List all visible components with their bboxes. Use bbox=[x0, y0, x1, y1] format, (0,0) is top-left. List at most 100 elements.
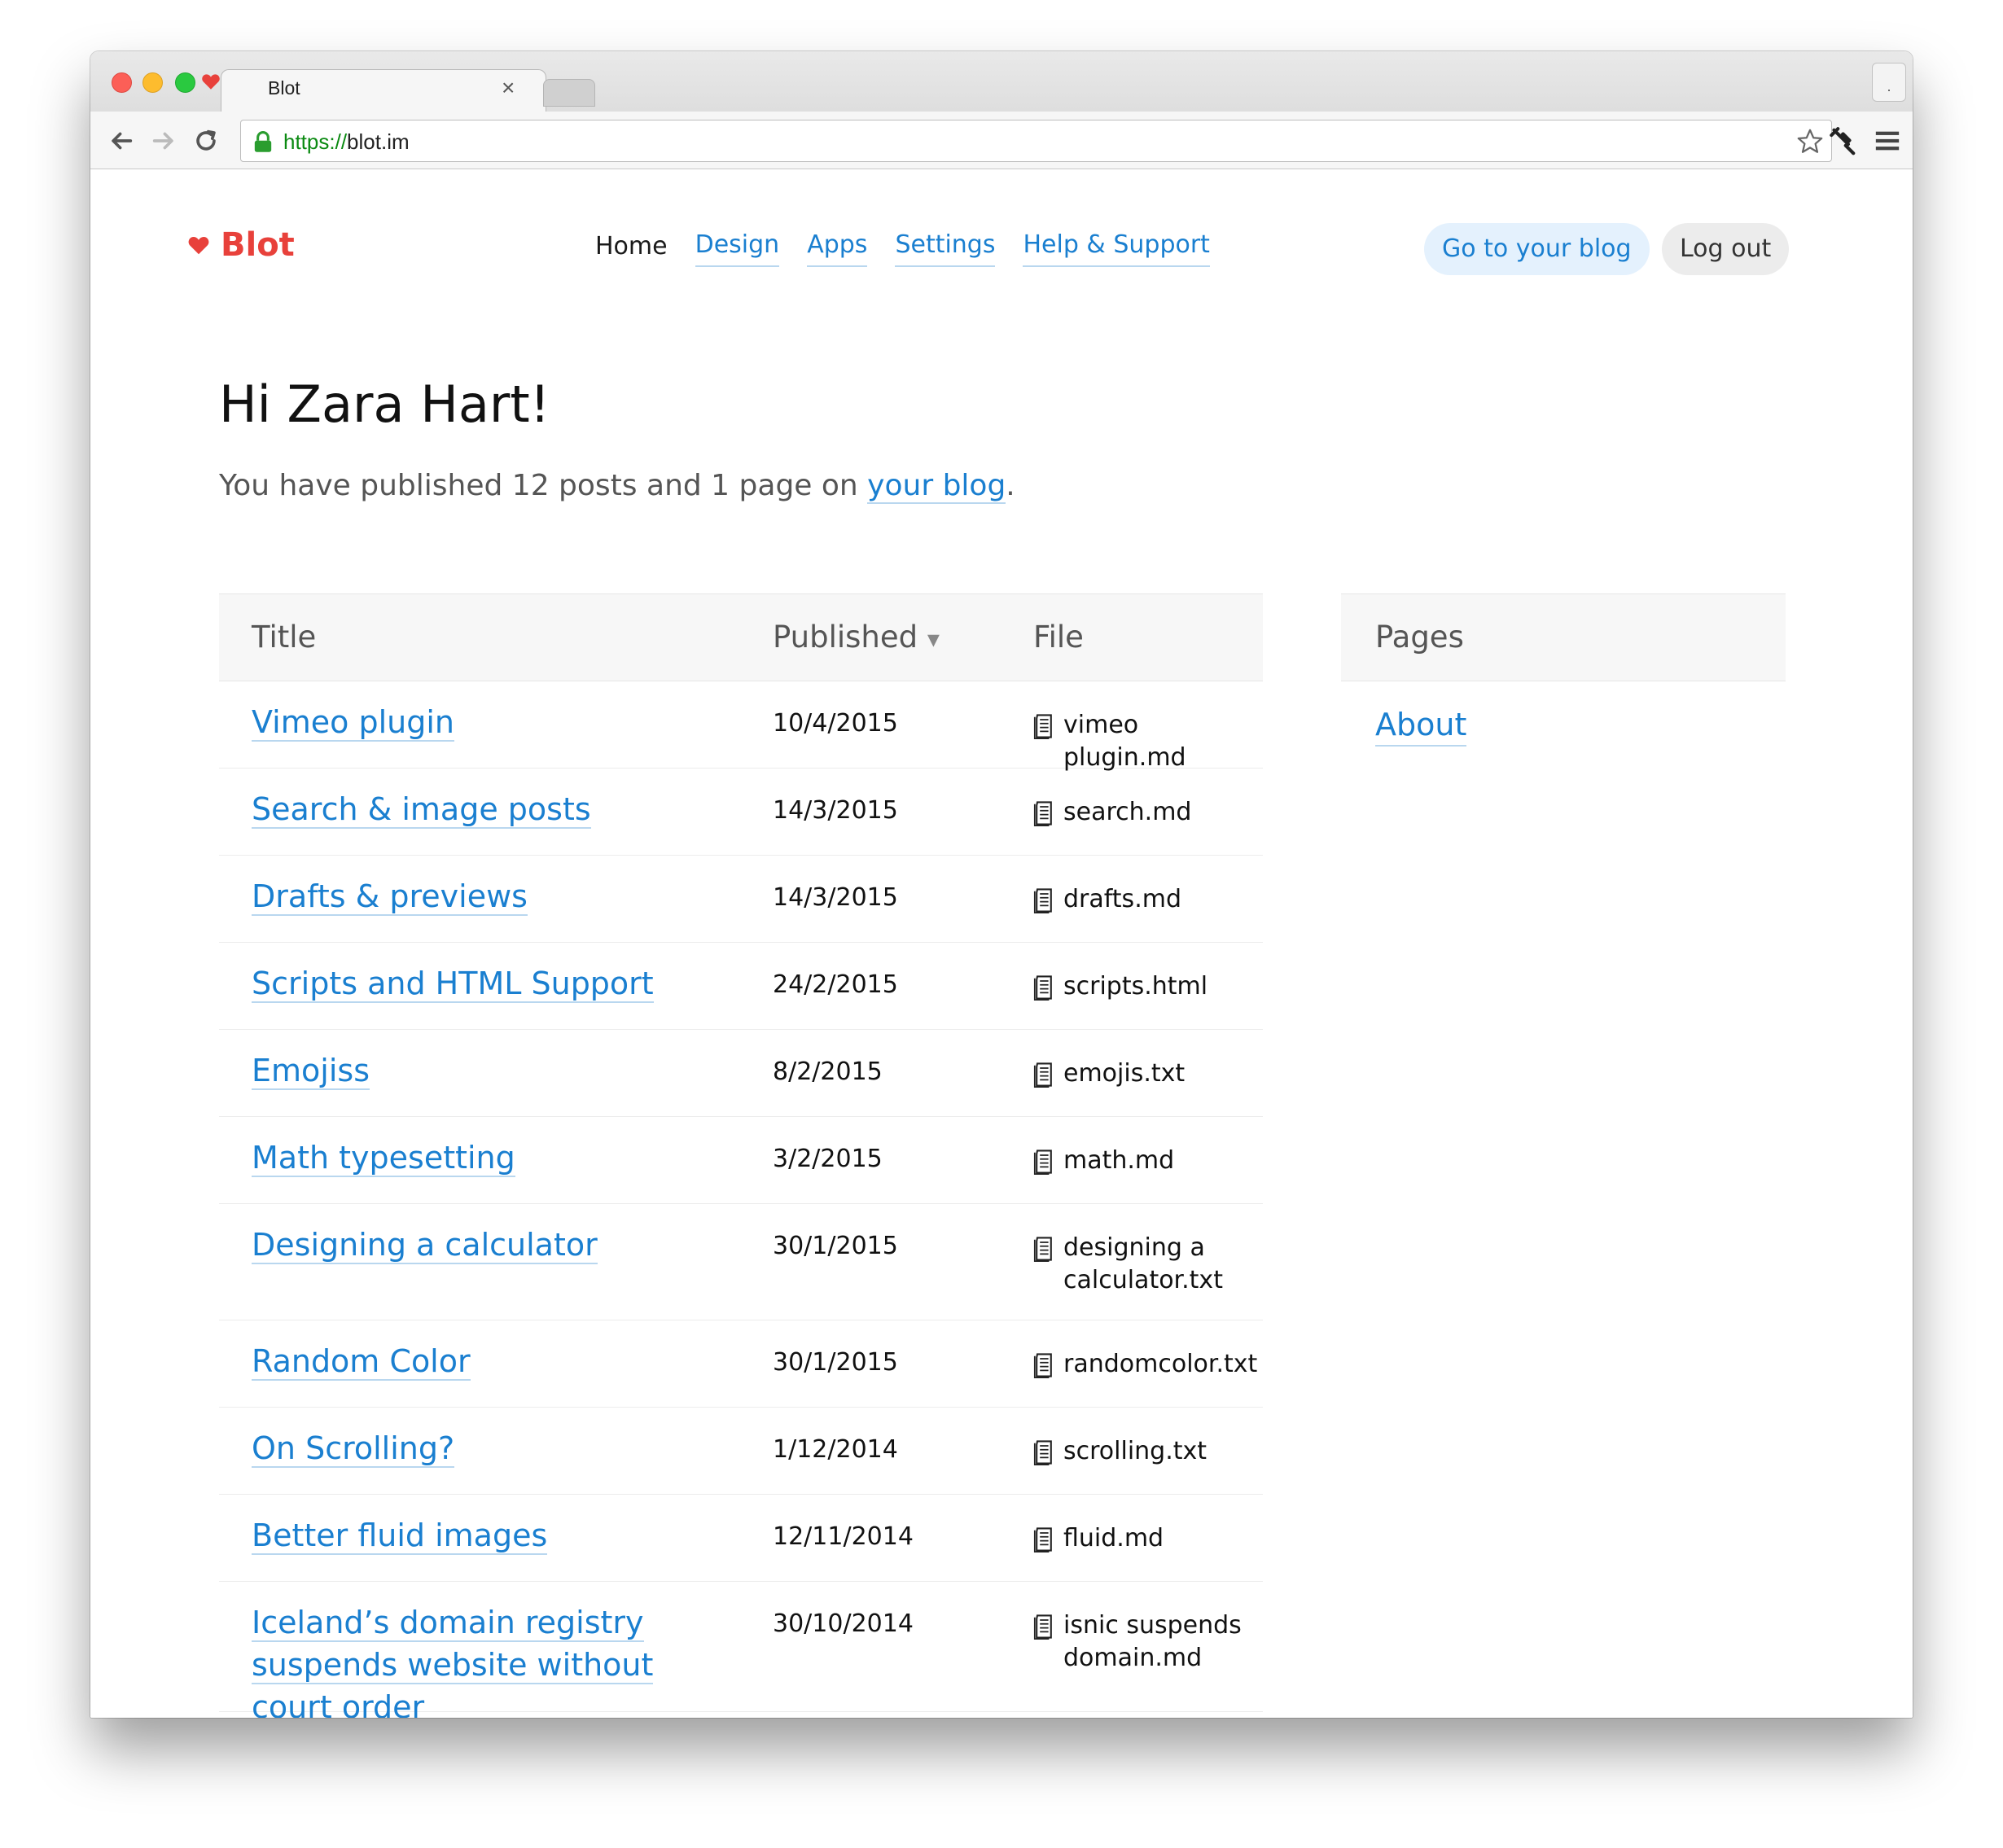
nav-design[interactable]: Design bbox=[695, 226, 780, 267]
document-icon bbox=[1033, 975, 1052, 1001]
go-to-blog-button[interactable]: Go to your blog bbox=[1424, 223, 1650, 275]
nav-help-support[interactable]: Help & Support bbox=[1023, 226, 1210, 267]
document-icon bbox=[1033, 714, 1052, 739]
pages-header: Pages bbox=[1375, 620, 1464, 655]
post-file[interactable]: search.md bbox=[1033, 796, 1253, 829]
publish-summary: You have published 12 posts and 1 page o… bbox=[219, 469, 1015, 504]
post-title-link[interactable]: Drafts & previews bbox=[252, 875, 675, 917]
post-published-date: 10/4/2015 bbox=[773, 709, 898, 738]
post-title-link[interactable]: Search & image posts bbox=[252, 788, 675, 830]
post-file-name: randomcolor.txt bbox=[1063, 1350, 1258, 1378]
column-file[interactable]: File bbox=[1033, 594, 1084, 681]
column-title[interactable]: Title bbox=[252, 594, 316, 681]
post-file-name: drafts.md bbox=[1063, 885, 1181, 913]
document-icon bbox=[1033, 1062, 1052, 1088]
new-tab-button[interactable] bbox=[543, 79, 595, 107]
post-title-link[interactable]: Vimeo plugin bbox=[252, 701, 675, 743]
post-title-link[interactable]: Designing a calculator bbox=[252, 1224, 675, 1266]
document-icon bbox=[1033, 1237, 1052, 1262]
post-file[interactable]: math.md bbox=[1033, 1145, 1253, 1177]
post-title-link[interactable]: Math typesetting bbox=[252, 1136, 675, 1179]
post-published-date: 30/1/2015 bbox=[773, 1232, 898, 1260]
address-bar[interactable]: https://blot.im bbox=[240, 120, 1832, 162]
page-link-about[interactable]: About bbox=[1375, 704, 1467, 747]
url-text: https://blot.im bbox=[283, 129, 410, 154]
zoom-window-button[interactable] bbox=[175, 72, 195, 93]
post-published-date: 30/10/2014 bbox=[773, 1609, 914, 1638]
bookmark-star-icon[interactable] bbox=[1795, 127, 1825, 156]
post-file-name: vimeo plugin.md bbox=[1063, 711, 1186, 772]
document-icon bbox=[1033, 1150, 1052, 1175]
posts-table-body: Vimeo plugin 10/4/2015 vimeo plugin.md Sear… bbox=[219, 681, 1263, 1718]
main-nav: Home Design Apps Settings Help & Support bbox=[595, 226, 1238, 267]
post-file[interactable]: designing a calculator.txt bbox=[1033, 1232, 1253, 1297]
minimize-window-button[interactable] bbox=[142, 72, 163, 93]
post-published-date: 1/12/2014 bbox=[773, 1435, 898, 1464]
post-title-link[interactable]: Random Color bbox=[252, 1340, 675, 1382]
table-row: Random Color 30/1/2015 randomcolor.txt bbox=[219, 1320, 1263, 1408]
document-icon bbox=[1033, 1614, 1052, 1640]
post-title-link[interactable]: Scripts and HTML Support bbox=[252, 962, 675, 1005]
post-file-name: scrolling.txt bbox=[1063, 1437, 1207, 1465]
document-icon bbox=[1033, 1440, 1052, 1465]
lock-icon bbox=[254, 131, 272, 152]
post-title-link[interactable]: Better fluid images bbox=[252, 1514, 675, 1557]
log-out-button[interactable]: Log out bbox=[1662, 223, 1790, 275]
document-icon bbox=[1033, 1353, 1052, 1378]
pages-table: Pages About bbox=[1341, 593, 1786, 747]
post-published-date: 3/2/2015 bbox=[773, 1145, 883, 1173]
column-published[interactable]: Published ▾ bbox=[773, 594, 940, 683]
browser-menu-icon[interactable] bbox=[1874, 127, 1901, 155]
table-row: Search & image posts 14/3/2015 search.md bbox=[219, 769, 1263, 856]
post-file[interactable]: drafts.md bbox=[1033, 883, 1253, 916]
post-published-date: 14/3/2015 bbox=[773, 796, 898, 825]
post-title-link[interactable]: Iceland’s domain registry suspends websi… bbox=[252, 1601, 675, 1718]
tab-close-icon[interactable]: × bbox=[502, 51, 515, 112]
post-file[interactable]: scrolling.txt bbox=[1033, 1435, 1253, 1468]
nav-settings[interactable]: Settings bbox=[895, 226, 996, 267]
posts-table-header: Title Published ▾ File bbox=[219, 593, 1263, 681]
post-file[interactable]: scripts.html bbox=[1033, 970, 1253, 1003]
close-window-button[interactable] bbox=[112, 72, 132, 93]
reload-icon[interactable] bbox=[188, 123, 224, 159]
post-file[interactable]: vimeo plugin.md bbox=[1033, 709, 1253, 774]
post-file[interactable]: fluid.md bbox=[1033, 1522, 1253, 1555]
sort-descending-icon: ▾ bbox=[927, 625, 940, 654]
table-row: Math typesetting 3/2/2015 math.md bbox=[219, 1117, 1263, 1204]
pages-table-header: Pages bbox=[1341, 593, 1786, 681]
post-file-name: isnic suspends domain.md bbox=[1063, 1611, 1242, 1672]
post-published-date: 14/3/2015 bbox=[773, 883, 898, 912]
post-title-link[interactable]: On Scrolling? bbox=[252, 1427, 675, 1469]
post-file-name: math.md bbox=[1063, 1146, 1175, 1175]
brand-name: Blot bbox=[221, 226, 295, 264]
table-row: Vimeo plugin 10/4/2015 vimeo plugin.md bbox=[219, 681, 1263, 772]
heart-icon bbox=[188, 237, 209, 255]
greeting-heading: Hi Zara Hart! bbox=[219, 374, 550, 434]
nav-home[interactable]: Home bbox=[595, 226, 668, 267]
pin-extension-icon[interactable] bbox=[1826, 126, 1857, 157]
table-row: Drafts & previews 14/3/2015 drafts.md bbox=[219, 856, 1263, 943]
blot-logo[interactable]: Blot bbox=[186, 226, 295, 264]
document-icon bbox=[1033, 801, 1052, 826]
profile-button[interactable]: . bbox=[1872, 63, 1906, 102]
tab-strip: Blot × . bbox=[90, 51, 1913, 112]
blot-dashboard-page: Blot Home Design Apps Settings Help & Su… bbox=[90, 169, 1913, 1718]
post-file[interactable]: emojis.txt bbox=[1033, 1058, 1253, 1090]
table-row: Designing a calculator 30/1/2015 designing… bbox=[219, 1204, 1263, 1320]
post-published-date: 12/11/2014 bbox=[773, 1522, 914, 1551]
post-file[interactable]: randomcolor.txt bbox=[1033, 1348, 1257, 1381]
back-arrow-icon[interactable] bbox=[103, 123, 139, 159]
table-row: Better fluid images 12/11/2014 fluid.md bbox=[219, 1495, 1263, 1582]
table-row: Scripts and HTML Support 24/2/2015 scripts… bbox=[219, 943, 1263, 1030]
table-row: On Scrolling? 1/12/2014 scrolling.txt bbox=[219, 1408, 1263, 1495]
nav-apps[interactable]: Apps bbox=[807, 226, 868, 267]
post-file-name: designing a calculator.txt bbox=[1063, 1233, 1223, 1294]
posts-table: Title Published ▾ File Vimeo plugin 10/4/… bbox=[219, 593, 1263, 1718]
forward-arrow-icon[interactable] bbox=[146, 123, 182, 159]
browser-toolbar: https://blot.im bbox=[90, 112, 1913, 169]
your-blog-link[interactable]: your blog bbox=[867, 469, 1006, 504]
post-title-link[interactable]: Emojiss bbox=[252, 1049, 675, 1092]
tab-title: Blot bbox=[268, 77, 300, 99]
post-file[interactable]: isnic suspends domain.md bbox=[1033, 1609, 1253, 1675]
post-file-name: emojis.txt bbox=[1063, 1059, 1186, 1088]
